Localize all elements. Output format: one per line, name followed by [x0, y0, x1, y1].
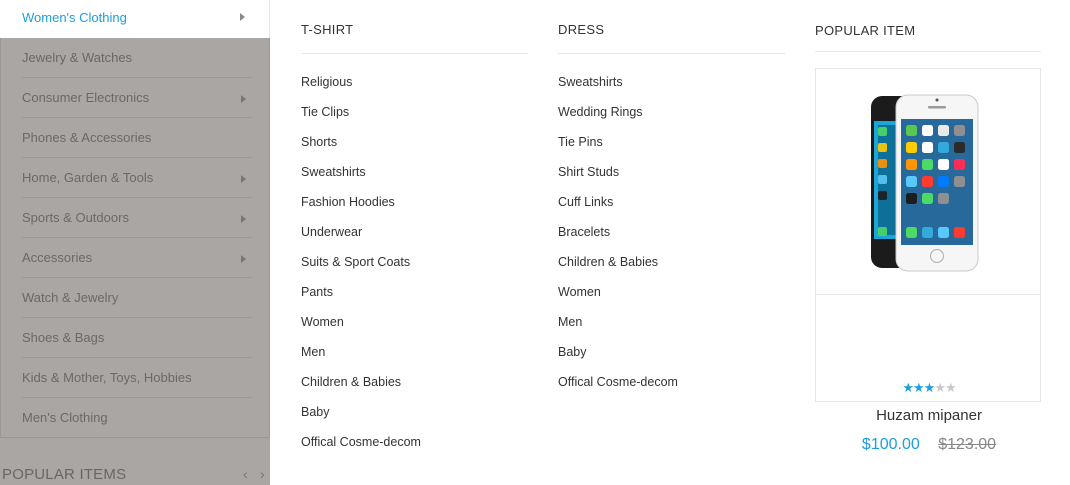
menu-link[interactable]: Tie Pins	[558, 135, 678, 165]
category-sidebar: Women's Clothing Jewelry & Watches Consum…	[0, 0, 270, 485]
menu-link[interactable]: Sweatshirts	[558, 75, 678, 105]
menu-link[interactable]: Suits & Sport Coats	[301, 255, 421, 285]
menu-column-dress: Sweatshirts Wedding Rings Tie Pins Shirt St…	[558, 75, 678, 405]
menu-link[interactable]: Women	[558, 285, 678, 315]
menu-link[interactable]: Baby	[301, 405, 421, 435]
menu-link[interactable]: Men	[558, 315, 678, 345]
sidebar-item-label: Watch & Jewelry	[22, 290, 119, 305]
divider	[301, 53, 528, 54]
star-filled-icon: ★	[902, 380, 914, 395]
menu-link[interactable]: Sweatshirts	[301, 165, 421, 195]
sidebar-item[interactable]: Jewelry & Watches	[0, 38, 270, 78]
product-price: $100.00	[861, 436, 920, 453]
sidebar-item-label: Accessories	[22, 250, 93, 265]
menu-link[interactable]: Men	[301, 345, 421, 375]
chevron-right-icon	[241, 175, 246, 183]
popular-items-heading: POPULAR ITEMS	[2, 466, 127, 483]
star-empty-icon: ★	[944, 380, 957, 395]
sidebar-item-label: Home, Garden & Tools	[22, 170, 154, 185]
product-name[interactable]: Huzam mipaner	[816, 407, 1042, 424]
sidebar-item-label: Women's Clothing	[22, 10, 127, 25]
sidebar-item[interactable]: Phones & Accessories	[0, 118, 270, 158]
sidebar-item-label: Kids & Mother, Toys, Hobbies	[22, 370, 192, 385]
sidebar-item[interactable]: Men's Clothing	[0, 398, 270, 438]
product-image[interactable]	[816, 69, 1040, 295]
menu-link[interactable]: Shorts	[301, 135, 421, 165]
menu-link[interactable]: Bracelets	[558, 225, 678, 255]
menu-link[interactable]: Cuff Links	[558, 195, 678, 225]
menu-link[interactable]: Women	[301, 315, 421, 345]
chevron-right-icon	[240, 13, 245, 21]
chevron-left-icon[interactable]: ‹	[243, 466, 248, 482]
chevron-right-icon[interactable]: ›	[260, 466, 265, 482]
sidebar-item-label: Men's Clothing	[22, 410, 108, 425]
category-list: Jewelry & Watches Consumer Electronics Pho…	[0, 38, 270, 438]
menu-column-title-tshirt: T-SHIRT	[301, 22, 354, 37]
menu-link[interactable]: Religious	[301, 75, 421, 105]
menu-link[interactable]: Pants	[301, 285, 421, 315]
product-card[interactable]: ★★★★★ Huzam mipaner $100.00 $123.00	[815, 68, 1042, 453]
sidebar-item[interactable]: Accessories	[0, 238, 270, 278]
chevron-right-icon	[241, 215, 246, 223]
sidebar-item-label: Phones & Accessories	[22, 130, 152, 145]
sidebar-item-label: Jewelry & Watches	[22, 50, 133, 65]
menu-link[interactable]: Underwear	[301, 225, 421, 255]
sidebar-item[interactable]: Consumer Electronics	[0, 78, 270, 118]
divider	[558, 53, 785, 54]
star-empty-icon: ★	[934, 380, 946, 395]
rating-stars: ★★★★★	[816, 380, 1042, 396]
sidebar-item[interactable]: Kids & Mother, Toys, Hobbies	[0, 358, 270, 398]
menu-link[interactable]: Children & Babies	[301, 375, 421, 405]
menu-link[interactable]: Fashion Hoodies	[301, 195, 421, 225]
sidebar-item[interactable]: Watch & Jewelry	[0, 278, 270, 318]
sidebar-item-label: Shoes & Bags	[22, 330, 105, 345]
star-filled-icon: ★	[923, 380, 936, 395]
sidebar-item-label: Consumer Electronics	[22, 90, 150, 105]
chevron-right-icon	[241, 95, 246, 103]
menu-link[interactable]: Offical Cosme-decom	[558, 375, 678, 405]
sidebar-item[interactable]: Shoes & Bags	[0, 318, 270, 358]
chevron-right-icon	[241, 255, 246, 263]
star-filled-icon: ★	[913, 380, 925, 395]
menu-column-title-dress: DRESS	[558, 22, 605, 37]
menu-column-title-popular: POPULAR ITEM	[815, 23, 916, 38]
divider	[815, 51, 1041, 52]
menu-column-tshirt: Religious Tie Clips Shorts Sweatshirts Fashi…	[301, 75, 421, 465]
sidebar-item-womens-clothing[interactable]: Women's Clothing	[0, 0, 270, 38]
smartphone-image	[871, 94, 979, 272]
sidebar-item[interactable]: Home, Garden & Tools	[0, 158, 270, 198]
menu-link[interactable]: Tie Clips	[301, 105, 421, 135]
sidebar-item-label: Sports & Outdoors	[22, 210, 129, 225]
product-old-price: $123.00	[938, 436, 997, 453]
menu-link[interactable]: Baby	[558, 345, 678, 375]
sidebar-item[interactable]: Sports & Outdoors	[0, 198, 270, 238]
menu-link[interactable]: Wedding Rings	[558, 105, 678, 135]
menu-link[interactable]: Shirt Studs	[558, 165, 678, 195]
menu-link[interactable]: Offical Cosme-decom	[301, 435, 421, 465]
menu-link[interactable]: Children & Babies	[558, 255, 678, 285]
price-row: $100.00 $123.00	[816, 436, 1042, 454]
